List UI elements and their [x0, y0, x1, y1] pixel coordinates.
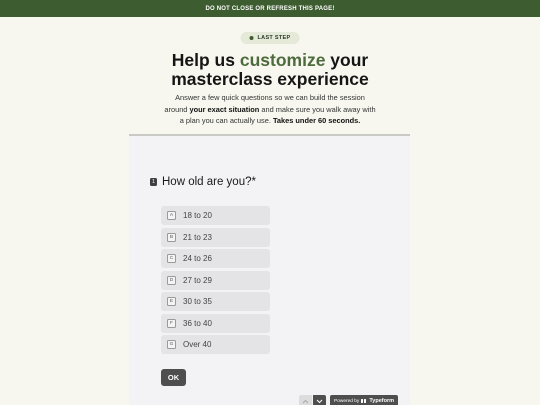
- option-c[interactable]: C 24 to 26: [161, 249, 270, 268]
- option-a[interactable]: A 18 to 20: [161, 206, 270, 225]
- option-b[interactable]: B 21 to 23: [161, 227, 270, 247]
- title-accent: customize: [239, 50, 326, 70]
- option-label: 30 to 35: [183, 297, 212, 306]
- typeform-embed: 1 How old are you?* A 18 to 20 B 21 to 2…: [129, 134, 410, 405]
- last-step-badge: LAST STEP: [240, 32, 300, 44]
- page-subtitle: Answer a few quick questions so we can b…: [0, 92, 540, 127]
- typeform-logo-icon: [361, 399, 367, 403]
- subtitle-line-3-pre: a plan you can actually use.: [179, 116, 273, 125]
- option-key: D: [167, 275, 176, 285]
- dot-icon: [249, 36, 254, 40]
- option-label: 21 to 23: [183, 232, 212, 242]
- option-key: A: [167, 211, 176, 220]
- option-g[interactable]: G Over 40: [161, 335, 270, 354]
- page-title: Help us customize your masterclass exper…: [0, 51, 540, 89]
- option-label: 36 to 40: [183, 318, 212, 328]
- option-d[interactable]: D 27 to 29: [161, 270, 270, 290]
- subtitle-line-3-bold: Takes under 60 seconds.: [272, 116, 361, 125]
- next-question-button[interactable]: [313, 395, 326, 405]
- answer-options: A 18 to 20 B 21 to 23 C 24 to 26 D 27 to…: [161, 206, 270, 354]
- question-number-badge: 1: [150, 178, 157, 186]
- option-f[interactable]: F 36 to 40: [161, 313, 270, 333]
- powered-by-brand: Typeform: [369, 398, 394, 404]
- option-key: C: [167, 254, 176, 263]
- last-step-label: LAST STEP: [257, 35, 291, 41]
- option-label: 24 to 26: [183, 254, 212, 263]
- option-e[interactable]: E 30 to 35: [161, 292, 270, 311]
- subtitle-line-2-bold: your exact situation: [189, 104, 260, 114]
- option-label: 18 to 20: [183, 211, 212, 220]
- subtitle-line-2-post: and make sure you walk away with: [259, 104, 376, 114]
- question-header: 1 How old are you?*: [150, 176, 256, 188]
- ok-button[interactable]: OK: [161, 369, 186, 386]
- option-key: E: [167, 297, 176, 306]
- chevron-up-icon: [302, 399, 309, 404]
- chevron-down-icon: [316, 399, 323, 404]
- powered-by-typeform-link[interactable]: Powered by Typeform: [330, 395, 398, 405]
- option-label: 27 to 29: [183, 275, 212, 285]
- question-text: How old are you?*: [162, 176, 256, 188]
- option-key: B: [167, 232, 176, 242]
- subtitle-line-2-pre: around: [164, 104, 190, 114]
- warning-banner-text: DO NOT CLOSE OR REFRESH THIS PAGE!: [205, 5, 335, 12]
- warning-banner: DO NOT CLOSE OR REFRESH THIS PAGE!: [0, 0, 540, 17]
- previous-question-button[interactable]: [299, 395, 312, 405]
- option-key: F: [167, 318, 176, 328]
- powered-by-prefix: Powered by: [334, 398, 360, 404]
- subtitle-line-1: Answer a few quick questions so we can b…: [175, 93, 365, 102]
- title-part-1: Help us: [171, 50, 240, 70]
- title-line-2: masterclass experience: [171, 69, 369, 89]
- option-label: Over 40: [183, 340, 212, 349]
- option-key: G: [167, 340, 176, 349]
- title-part-2: your: [325, 50, 369, 70]
